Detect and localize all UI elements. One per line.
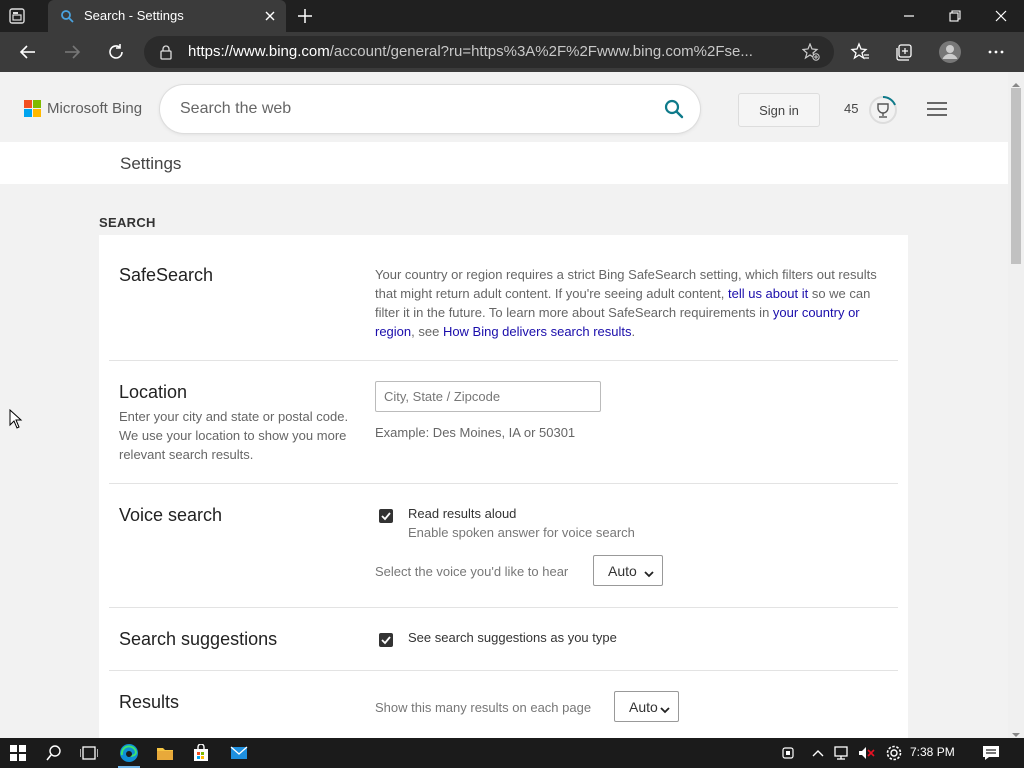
mail-icon[interactable] [229, 743, 249, 763]
tray-app-icon[interactable] [778, 743, 798, 763]
new-tab-icon[interactable] [296, 7, 314, 25]
address-bar[interactable]: https://www.bing.com/account/general?ru=… [144, 36, 834, 68]
scroll-down-icon[interactable] [1012, 726, 1020, 737]
search-icon[interactable] [44, 743, 64, 763]
back-icon[interactable] [17, 41, 39, 63]
voice-select-label: Select the voice you'd like to hear [375, 564, 569, 579]
search-box [160, 85, 700, 133]
close-window-icon[interactable] [978, 0, 1024, 32]
edge-icon[interactable] [118, 742, 140, 764]
chevron-down-icon [643, 566, 655, 578]
menu-icon[interactable] [926, 100, 948, 118]
safesearch-row: SafeSearch Your country or region requir… [109, 235, 898, 361]
tab-actions-icon[interactable] [8, 7, 26, 25]
read-aloud-checkbox[interactable] [379, 509, 393, 523]
add-favorite-icon[interactable] [801, 42, 820, 61]
chevron-up-icon[interactable] [808, 743, 828, 763]
volume-muted-icon[interactable] [856, 743, 876, 763]
settings-card: SafeSearch Your country or region requir… [99, 235, 908, 738]
forward-icon[interactable] [61, 41, 83, 63]
location-description: Enter your city and state or postal code… [119, 409, 349, 462]
location-input[interactable] [375, 381, 601, 412]
settings-bar: Settings [0, 142, 1008, 184]
scroll-up-icon[interactable] [1012, 76, 1020, 87]
profile-avatar-icon[interactable] [938, 40, 962, 64]
section-title: SEARCH [99, 215, 156, 230]
more-options-icon[interactable] [985, 41, 1007, 63]
search-input[interactable] [180, 97, 650, 121]
task-view-icon[interactable] [79, 743, 99, 763]
bing-header: Microsoft Bing Sign in 45 [0, 72, 1008, 142]
search-icon[interactable] [664, 99, 684, 119]
sign-in-button[interactable]: Sign in [738, 93, 820, 127]
logo-text: Microsoft Bing [47, 100, 143, 117]
network-icon[interactable] [832, 743, 852, 763]
results-select-label: Show this many results on each page [375, 700, 592, 715]
collections-icon[interactable] [893, 41, 915, 63]
safesearch-text: Your country or region requires a strict… [375, 267, 877, 339]
results-select[interactable]: Auto [614, 691, 679, 722]
taskbar-clock[interactable]: 7:38 PM [910, 745, 955, 759]
url-text: https://www.bing.com/account/general?ru=… [188, 43, 753, 60]
browser-tab-bar: Search - Settings [0, 0, 1024, 32]
rewards-trophy-icon[interactable] [868, 95, 898, 125]
search-suggestions-title: Search suggestions [119, 629, 278, 649]
voice-select[interactable]: Auto [593, 555, 663, 586]
location-row: Location Enter your city and state or po… [109, 361, 898, 484]
read-aloud-label: Read results aloud [408, 506, 517, 521]
voice-search-row: Voice search Read results aloud Enable s… [109, 484, 898, 608]
search-suggestions-row: Search suggestions See search suggestion… [109, 608, 898, 671]
results-title: Results [119, 692, 180, 712]
page-scrollbar[interactable] [1008, 72, 1024, 738]
settings-gear-icon[interactable] [884, 743, 904, 763]
active-tab[interactable]: Search - Settings [48, 0, 286, 32]
minimize-icon[interactable] [886, 0, 932, 32]
suggestions-label: See search suggestions as you type [408, 630, 617, 645]
store-icon[interactable] [191, 743, 211, 763]
close-tab-icon[interactable] [262, 8, 278, 24]
mouse-cursor-icon [9, 408, 23, 429]
how-bing-delivers-link[interactable]: How Bing delivers search results [443, 324, 632, 339]
tell-us-link[interactable]: tell us about it [728, 286, 808, 301]
results-row: Results Show this many results on each p… [109, 671, 898, 738]
rewards-points[interactable]: 45 [844, 101, 858, 116]
windows-taskbar: 7:38 PM [0, 738, 1024, 768]
favorites-icon[interactable] [849, 41, 871, 63]
tab-title: Search - Settings [84, 8, 184, 23]
chevron-down-icon [659, 702, 671, 714]
windows-start-icon[interactable] [8, 743, 28, 763]
voice-search-title: Voice search [119, 505, 223, 525]
location-example: Example: Des Moines, IA or 50301 [375, 425, 576, 440]
bing-logo[interactable]: Microsoft Bing [24, 100, 142, 117]
search-icon [60, 9, 74, 23]
notifications-icon[interactable] [981, 743, 1001, 763]
safesearch-title: SafeSearch [119, 265, 214, 285]
restore-icon[interactable] [932, 0, 978, 32]
page-viewport: Microsoft Bing Sign in 45 Settings SEARC… [0, 72, 1008, 738]
read-aloud-sublabel: Enable spoken answer for voice search [408, 525, 635, 540]
location-field-wrap [375, 381, 601, 412]
microsoft-logo-icon [24, 100, 41, 117]
refresh-icon[interactable] [105, 41, 127, 63]
browser-toolbar: https://www.bing.com/account/general?ru=… [0, 32, 1024, 72]
location-title: Location [119, 382, 188, 402]
scroll-thumb[interactable] [1011, 88, 1021, 264]
lock-icon[interactable] [158, 44, 174, 60]
suggestions-checkbox[interactable] [379, 633, 393, 647]
file-explorer-icon[interactable] [155, 743, 175, 763]
page-title: Settings [120, 154, 182, 173]
